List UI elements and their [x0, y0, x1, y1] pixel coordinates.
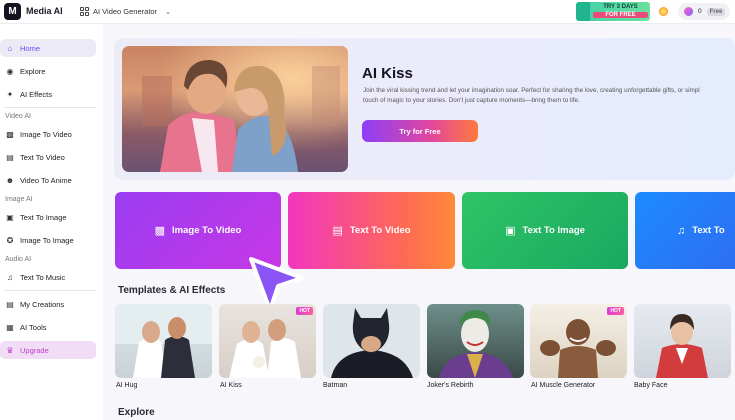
promo-line-2: FOR FREE: [593, 12, 648, 18]
home-icon: ⌂: [7, 43, 13, 53]
hero-description-line: touch of magic to your stories. Don't ju…: [363, 96, 580, 104]
image-swap-icon: ✪: [6, 235, 14, 245]
music-icon: ♫: [7, 272, 13, 282]
text-video-icon: ▤: [6, 152, 14, 162]
sidebar-divider: [4, 107, 96, 108]
sidebar-item-label: Image To Video: [20, 129, 72, 139]
template-card-ai-kiss[interactable]: HOT: [219, 304, 316, 378]
sidebar-item-image-to-image[interactable]: ✪ Image To Image: [0, 231, 96, 249]
sparkle-icon: ✦: [6, 89, 14, 99]
template-card-baby-face[interactable]: [634, 304, 731, 378]
video-icon: ▩: [6, 129, 14, 139]
sidebar-item-home[interactable]: ⌂ Home: [0, 39, 96, 57]
hero-description: Join the viral kissing trend and let you…: [363, 86, 735, 105]
plan-badge: Free: [706, 7, 726, 16]
hero-image-couple[interactable]: [122, 46, 348, 172]
template-card-jokers-rebirth[interactable]: [427, 304, 524, 378]
trial-promo-banner[interactable]: TRY 3 DAYS FOR FREE: [576, 2, 650, 21]
anime-icon: ☻: [5, 175, 15, 185]
section-image-ai: Image AI: [5, 196, 33, 203]
image-icon: ▣: [505, 225, 516, 237]
sidebar-item-label: Text To Music: [20, 272, 66, 282]
template-label: AI Kiss: [220, 382, 242, 389]
try-for-free-button[interactable]: Try for Free: [362, 120, 478, 142]
section-video-ai: Video AI: [5, 113, 31, 120]
sidebar-item-text-to-video[interactable]: ▤ Text To Video: [0, 148, 96, 166]
video-icon: ▩: [154, 225, 166, 237]
sidebar-item-label: AI Tools: [20, 322, 47, 332]
credits-count: 0: [698, 8, 702, 15]
template-card-batman[interactable]: [323, 304, 420, 378]
template-label: Joker's Rebirth: [427, 382, 474, 389]
text-video-icon: ▤: [332, 225, 343, 237]
sidebar-item-upgrade[interactable]: ♛ Upgrade: [0, 341, 96, 359]
template-label: AI Hug: [116, 382, 138, 389]
sidebar-item-label: Image To Image: [20, 235, 74, 245]
credits-badge[interactable]: 0 Free: [678, 3, 730, 20]
hot-badge: HOT: [296, 307, 313, 315]
template-label: Batman: [323, 382, 348, 389]
app-logo[interactable]: M: [4, 3, 21, 20]
sidebar-item-label: Text To Image: [20, 212, 67, 222]
sidebar-item-label: Home: [20, 43, 41, 53]
chevron-down-icon: ⌄: [165, 8, 171, 16]
feature-card-text-to-video[interactable]: ▤ Text To Video: [288, 192, 455, 269]
hero-banner: AI Kiss Join the viral kissing trend and…: [114, 38, 735, 180]
sidebar-item-label: Text To Video: [20, 152, 65, 162]
sidebar-item-label: AI Effects: [20, 89, 52, 99]
hero-title: AI Kiss: [362, 65, 413, 82]
feature-card-label: Text To Video: [349, 225, 411, 236]
sidebar-item-explore[interactable]: ◉ Explore: [0, 62, 96, 80]
templates-section-title: Templates & AI Effects: [118, 285, 226, 296]
music-icon: ♫: [677, 224, 686, 237]
sidebar-item-label: My Creations: [20, 299, 65, 309]
template-label: Baby Face: [634, 382, 668, 389]
sidebar-item-label: Video To Anime: [20, 175, 72, 185]
tools-icon: ▦: [6, 322, 14, 332]
sidebar-item-label: Upgrade: [20, 345, 49, 355]
section-audio-ai: Audio AI: [5, 256, 32, 263]
folder-icon: ▤: [6, 299, 14, 309]
feature-card-text-to-image[interactable]: ▣ Text To Image: [462, 192, 628, 269]
image-icon: ▣: [6, 212, 14, 222]
sidebar-item-label: Explore: [20, 66, 46, 76]
sidebar-item-text-to-image[interactable]: ▣ Text To Image: [0, 208, 96, 226]
crown-icon: ♛: [6, 345, 14, 355]
promo-decoration: [576, 2, 590, 21]
sidebar-item-my-creations[interactable]: ▤ My Creations: [0, 295, 96, 313]
sidebar-item-ai-tools[interactable]: ▦ AI Tools: [0, 318, 96, 336]
app-title: Media AI: [26, 6, 63, 16]
feature-card-label: Text To Image: [522, 225, 585, 236]
tool-selector-label: AI Video Generator: [93, 7, 158, 16]
coin-icon: [684, 7, 693, 16]
compass-icon: ◉: [6, 66, 14, 76]
sidebar-divider: [4, 290, 96, 291]
sidebar-item-image-to-video[interactable]: ▩ Image To Video: [0, 125, 96, 143]
grid-icon: [80, 7, 89, 16]
promo-line-1: TRY 3 DAYS: [603, 4, 638, 10]
template-label: AI Muscle Generator: [531, 382, 596, 389]
feature-card-text-to-music[interactable]: ♫ Text To: [635, 192, 735, 269]
template-card-ai-muscle-generator[interactable]: HOT: [530, 304, 627, 378]
sidebar-item-text-to-music[interactable]: ♫ Text To Music: [0, 268, 96, 286]
sidebar-item-ai-effects[interactable]: ✦ AI Effects: [0, 85, 96, 103]
explore-section-title: Explore: [118, 407, 155, 418]
hero-description-line: Join the viral kissing trend and let you…: [363, 87, 700, 94]
feature-card-label: Image To Video: [172, 225, 242, 236]
theme-sun-icon[interactable]: [659, 7, 668, 16]
top-bar: M Media AI AI Video Generator ⌄ TRY 3 DA…: [0, 0, 735, 24]
sidebar-item-video-to-anime[interactable]: ☻ Video To Anime: [0, 171, 96, 189]
hot-badge: HOT: [607, 307, 624, 315]
sidebar: ⌂ Home ◉ Explore ✦ AI Effects Video AI ▩…: [0, 24, 103, 420]
feature-card-label: Text To: [692, 225, 725, 236]
template-card-ai-hug[interactable]: [115, 304, 212, 378]
tool-selector[interactable]: AI Video Generator ⌄: [80, 4, 171, 19]
